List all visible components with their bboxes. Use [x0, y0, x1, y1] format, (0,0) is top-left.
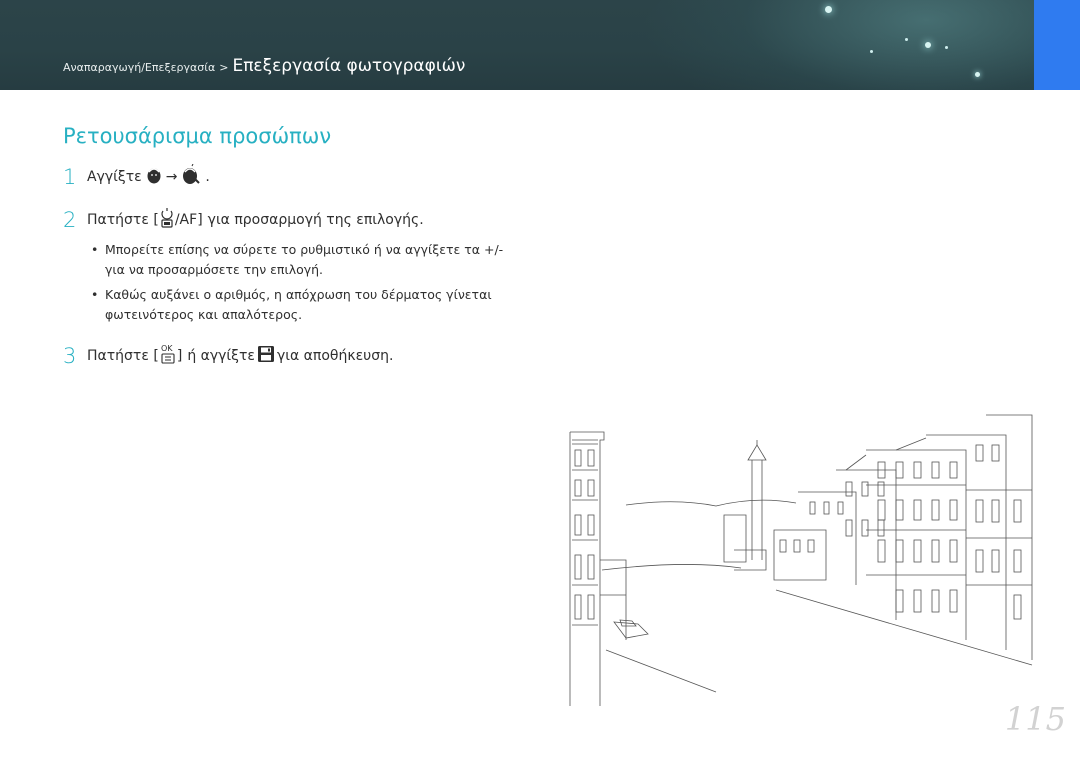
venice-canal-illustration [569, 414, 1033, 706]
step-suffix: . [205, 169, 210, 185]
page-header: Αναπαραγωγή/Επεξεργασία > Επεξεργασία φω… [0, 0, 1080, 90]
section-title: Ρετουσάρισμα προσώπων [63, 124, 332, 148]
breadcrumb-current: Επεξεργασία φωτογραφιών [232, 56, 466, 76]
step-suffix: για προσαρμογή της επιλογής. [207, 212, 424, 228]
step-3: 3 Πατήστε [ OK ] ή αγγίξτε για αποθήκευσ… [63, 343, 393, 369]
step-text: Πατήστε [ [87, 212, 159, 228]
header-glow-decoration [640, 0, 1080, 90]
header-light-dot [975, 72, 980, 77]
step-2: 2 Πατήστε [ /AF] για προσαρμογή της επιλ… [63, 207, 424, 233]
header-light-dot [945, 46, 948, 49]
key-label: ] [176, 348, 183, 364]
arrow-text: → [165, 169, 178, 185]
step-1: 1 Αγγίξτε → . [63, 163, 210, 190]
step-number: 3 [63, 344, 77, 368]
bullet-item: • Καθώς αυξάνει ο αριθμός, η απόχρωση το… [91, 285, 521, 325]
header-light-dot [905, 38, 908, 41]
key-label: /AF] [174, 212, 203, 228]
svg-text:OK: OK [161, 344, 173, 353]
header-light-dot [870, 50, 873, 53]
breadcrumb-separator: > [219, 61, 229, 74]
header-light-dot [825, 6, 832, 13]
timer-af-key-icon [160, 207, 174, 233]
step-number: 1 [63, 165, 77, 189]
bullet-text: Καθώς αυξάνει ο αριθμός, η απόχρωση του … [105, 287, 492, 322]
bullet-dot: • [91, 242, 99, 257]
bullet-text: Μπορείτε επίσης να σύρετε το ρυθμιστικό … [105, 242, 504, 277]
save-icon [257, 346, 274, 366]
step-suffix: για αποθήκευση. [276, 348, 394, 364]
breadcrumb-parent[interactable]: Αναπαραγωγή/Επεξεργασία [63, 61, 215, 74]
face-retouch-active-icon [180, 163, 202, 190]
step-number: 2 [63, 208, 77, 232]
chapter-tab[interactable] [1034, 0, 1080, 90]
face-retouch-icon [145, 165, 163, 189]
page-number: 115 [1004, 700, 1066, 738]
bullet-item: • Μπορείτε επίσης να σύρετε το ρυθμιστικ… [91, 240, 521, 280]
step-text: Αγγίξτε [87, 169, 142, 185]
bullet-dot: • [91, 287, 99, 302]
step-text: Πατήστε [ [87, 348, 159, 364]
breadcrumb: Αναπαραγωγή/Επεξεργασία > Επεξεργασία φω… [63, 56, 465, 76]
step-middle: ή αγγίξτε [187, 348, 255, 364]
ok-menu-key-icon: OK [160, 343, 176, 369]
header-light-dot [925, 42, 931, 48]
